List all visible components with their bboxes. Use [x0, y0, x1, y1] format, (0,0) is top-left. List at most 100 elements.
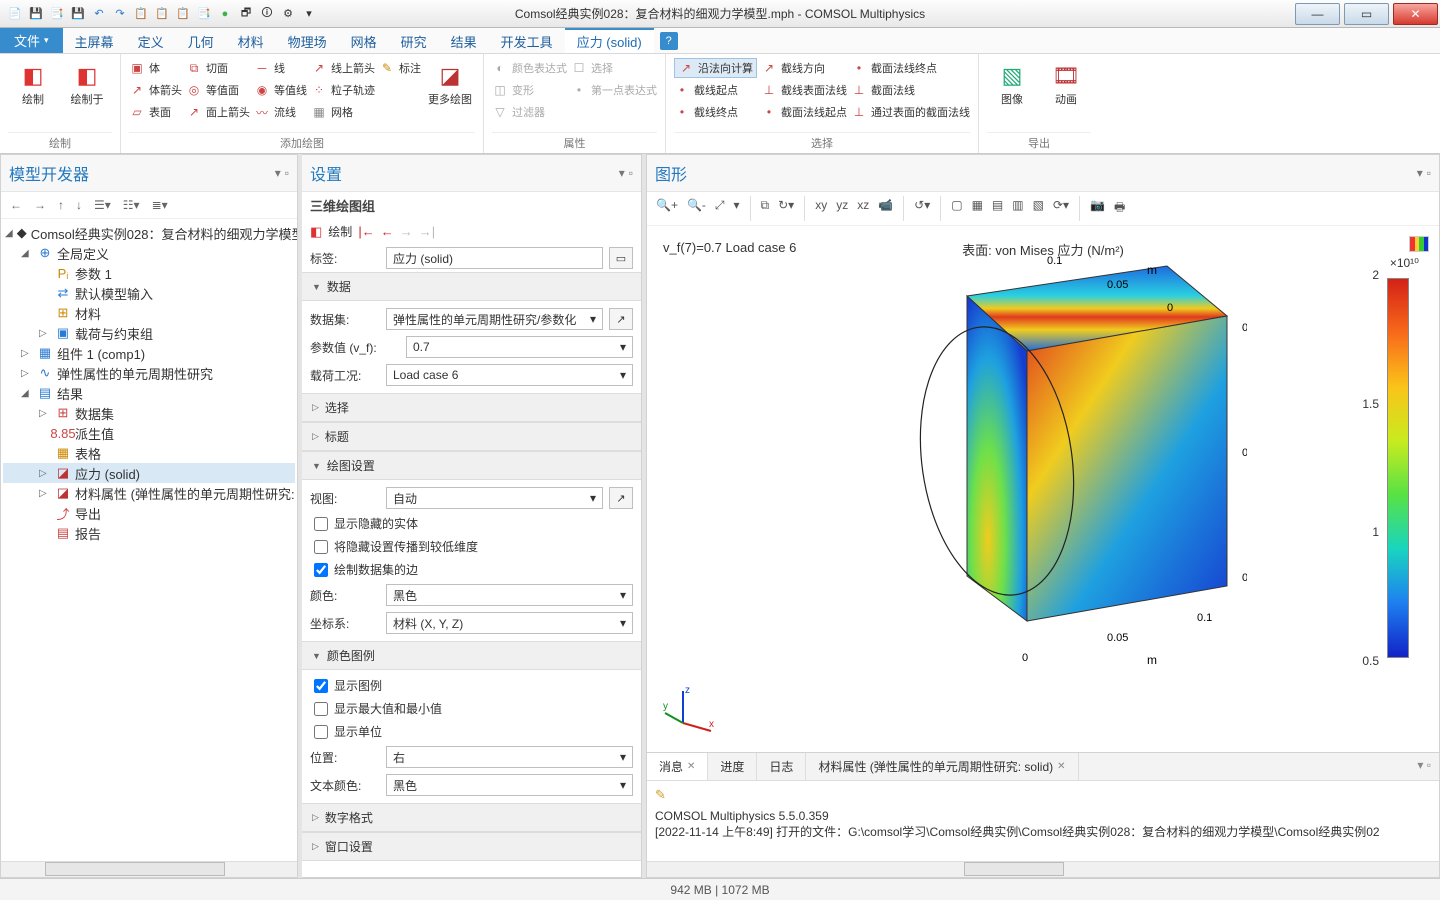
arrow-line-btn[interactable]: ↗线上箭头 [311, 58, 375, 78]
tree-materials[interactable]: 材料 [75, 304, 101, 323]
tab-results[interactable]: 结果 [439, 28, 489, 53]
nav-prev-icon[interactable]: ← [381, 224, 394, 239]
tab-log[interactable]: 日志 [757, 753, 806, 780]
volume-btn[interactable]: ▣体 [129, 58, 182, 78]
tree-scrollbar[interactable] [1, 861, 297, 877]
label-field[interactable]: 应力 (solid) [386, 247, 603, 269]
camera-icon[interactable]: 📷 [1087, 196, 1108, 221]
grid5-icon[interactable]: ▧ [1030, 196, 1047, 221]
dataset-select[interactable]: 弹性属性的单元周期性研究/参数化▾ [386, 308, 603, 330]
nav-back-icon[interactable]: ← [7, 196, 25, 214]
close-icon[interactable]: ✕ [687, 761, 695, 772]
help-button[interactable]: ? [660, 32, 678, 50]
particle-btn[interactable]: ⁘粒子轨迹 [311, 80, 375, 100]
slice-btn[interactable]: ⧉切面 [186, 58, 250, 78]
more-plots-btn[interactable]: ◪更多绘图 [425, 56, 475, 132]
chk-propagate[interactable] [314, 540, 328, 554]
tab-home[interactable]: 主屏幕 [63, 28, 126, 53]
tree-params[interactable]: 参数 1 [75, 264, 112, 283]
nav-next-icon[interactable]: → [400, 224, 413, 239]
plot-action-button[interactable]: 绘制 [328, 223, 352, 240]
close-icon[interactable]: ✕ [1057, 761, 1065, 772]
loadcase-select[interactable]: Load case 6▾ [386, 364, 633, 386]
arrow-volume-btn[interactable]: ↗体箭头 [129, 80, 182, 100]
sec-plotset[interactable]: ▼绘图设置 [302, 451, 641, 480]
qat-window-icon[interactable]: 🗗 [237, 5, 255, 23]
qat-paste-icon[interactable]: 📋 [153, 5, 171, 23]
chk-show-minmax[interactable] [314, 702, 328, 716]
print-icon[interactable]: 🖶 [1111, 196, 1128, 221]
first-point-expr-btn[interactable]: •第一点表达式 [571, 80, 657, 100]
panel-close-icon[interactable]: ▫ [1427, 166, 1431, 180]
tab-mesh[interactable]: 网格 [339, 28, 389, 53]
sel-box-icon[interactable]: ⧉ [758, 196, 773, 221]
view-goto-button[interactable]: ↗ [609, 487, 633, 509]
tab-geometry[interactable]: 几何 [176, 28, 226, 53]
tree-export[interactable]: 导出 [75, 504, 101, 523]
tree-datasets[interactable]: 数据集 [75, 404, 114, 423]
chk-show-legend[interactable] [314, 679, 328, 693]
qat-redo-icon[interactable]: ↷ [111, 5, 129, 23]
refresh-icon[interactable]: ⟳▾ [1050, 196, 1072, 221]
grid2-icon[interactable]: ▦ [969, 196, 986, 221]
tree-derived[interactable]: 派生值 [75, 424, 114, 443]
close-button[interactable]: ✕ [1393, 3, 1438, 25]
normal-calc-btn[interactable]: ↗沿法向计算 [674, 58, 757, 78]
panel-menu-icon[interactable]: ▾ [619, 166, 625, 180]
cutplane-end-btn[interactable]: •截面法线终点 [851, 58, 970, 78]
sec-legend[interactable]: ▼颜色图例 [302, 641, 641, 670]
qat-doc-icon[interactable]: 📑 [195, 5, 213, 23]
view-yz-icon[interactable]: yz [833, 196, 851, 221]
collapse-icon[interactable]: ☰▾ [91, 196, 114, 214]
coord-select[interactable]: 材料 (X, Y, Z)▾ [386, 612, 633, 634]
animation-export-btn[interactable]: 🎞动画 [1041, 56, 1091, 132]
tree-tables[interactable]: 表格 [75, 444, 101, 463]
tree-matprop[interactable]: 材料属性 (弹性属性的单元周期性研究: [75, 484, 295, 503]
panel-close-icon[interactable]: ▫ [629, 166, 633, 180]
log-scrollbar[interactable] [647, 861, 1439, 877]
expand-icon[interactable]: ☷▾ [120, 196, 143, 214]
line-btn[interactable]: ─线 [254, 58, 307, 78]
view-select[interactable]: 自动▾ [386, 487, 603, 509]
color-expr-btn[interactable]: ◐颜色表达式 [492, 58, 567, 78]
grid1-icon[interactable]: ▢ [948, 196, 965, 221]
video-icon[interactable]: 📹 [875, 196, 896, 221]
wand-icon[interactable]: ✎ [655, 787, 1431, 803]
panel-menu-icon[interactable]: ▾ [275, 166, 281, 180]
tree-report[interactable]: 报告 [75, 524, 101, 543]
legend-color-select[interactable]: 黑色▾ [386, 774, 633, 796]
contour-btn[interactable]: ◉等值线 [254, 80, 307, 100]
sec-winset[interactable]: ▷窗口设置 [302, 832, 641, 861]
graphics-canvas[interactable]: v_f(7)=0.7 Load case 6 表面: von Mises 应力 … [647, 226, 1439, 752]
tab-messages[interactable]: 消息✕ [647, 753, 708, 780]
tab-study[interactable]: 研究 [389, 28, 439, 53]
sec-numfmt[interactable]: ▷数字格式 [302, 803, 641, 832]
view-xz-icon[interactable]: xz [854, 196, 872, 221]
nav-fwd-icon[interactable]: → [31, 196, 49, 214]
tree-root[interactable]: Comsol经典实例028：复合材料的细观力学模型 [31, 224, 297, 243]
nav-up-icon[interactable]: ↑ [55, 196, 67, 214]
color-select[interactable]: 黑色▾ [386, 584, 633, 606]
model-tree[interactable]: ◢◆Comsol经典实例028：复合材料的细观力学模型 ◢⊕全局定义 Pᵢ参数 … [1, 219, 297, 861]
tab-progress[interactable]: 进度 [708, 753, 757, 780]
zoom-ext-icon[interactable]: ⤢ [712, 196, 728, 221]
qat-dup-icon[interactable]: 📋 [174, 5, 192, 23]
tree-load[interactable]: 载荷与约束组 [75, 324, 153, 343]
mesh-btn[interactable]: ▦网格 [311, 102, 375, 122]
tab-materials[interactable]: 材料 [226, 28, 276, 53]
zoom-in-icon[interactable]: 🔍+ [653, 196, 681, 221]
tab-devtools[interactable]: 开发工具 [489, 28, 565, 53]
tree-study[interactable]: 弹性属性的单元周期性研究 [57, 364, 213, 383]
cutline-start-btn[interactable]: •截线起点 [674, 80, 757, 100]
iso-btn[interactable]: ◎等值面 [186, 80, 250, 100]
tabs-menu-icon[interactable]: ▾ ▫ [1409, 753, 1439, 780]
sec-data[interactable]: ▼数据 [302, 272, 641, 301]
cutplane-normal-btn[interactable]: ⊥截面法线 [851, 80, 970, 100]
cutline-dir-btn[interactable]: ↗截线方向 [761, 58, 847, 78]
chk-plot-edges[interactable] [314, 563, 328, 577]
qat-run-icon[interactable]: ● [216, 5, 234, 23]
mini-legend-icon[interactable] [1409, 236, 1429, 252]
tab-matprops[interactable]: 材料属性 (弹性属性的单元周期性研究: solid)✕ [806, 753, 1078, 780]
cutsurf-normal-btn[interactable]: ⊥截线表面法线 [761, 80, 847, 100]
file-menu-button[interactable]: 文件▾ [0, 28, 63, 53]
